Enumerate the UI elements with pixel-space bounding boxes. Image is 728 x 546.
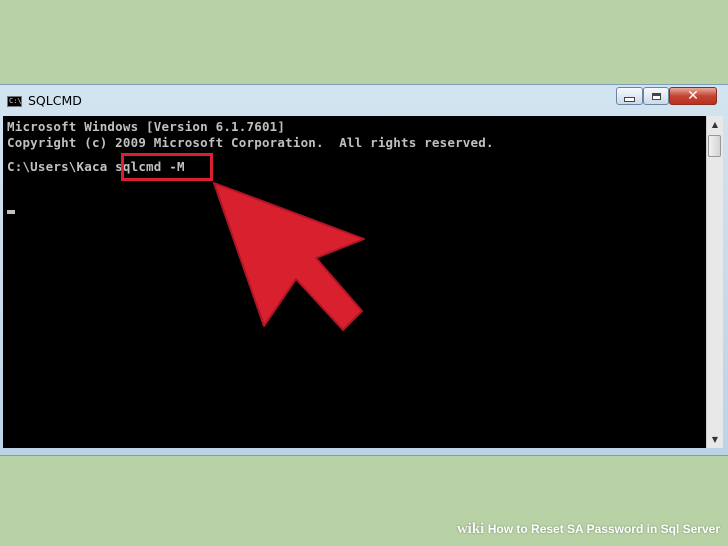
watermark-brand: wiki [456,521,485,537]
arrow-pointer-icon [213,182,365,331]
watermark-text: How to Reset SA Password in Sql Server [487,522,720,536]
watermark: wiki How to Reset SA Password in Sql Ser… [457,521,720,538]
